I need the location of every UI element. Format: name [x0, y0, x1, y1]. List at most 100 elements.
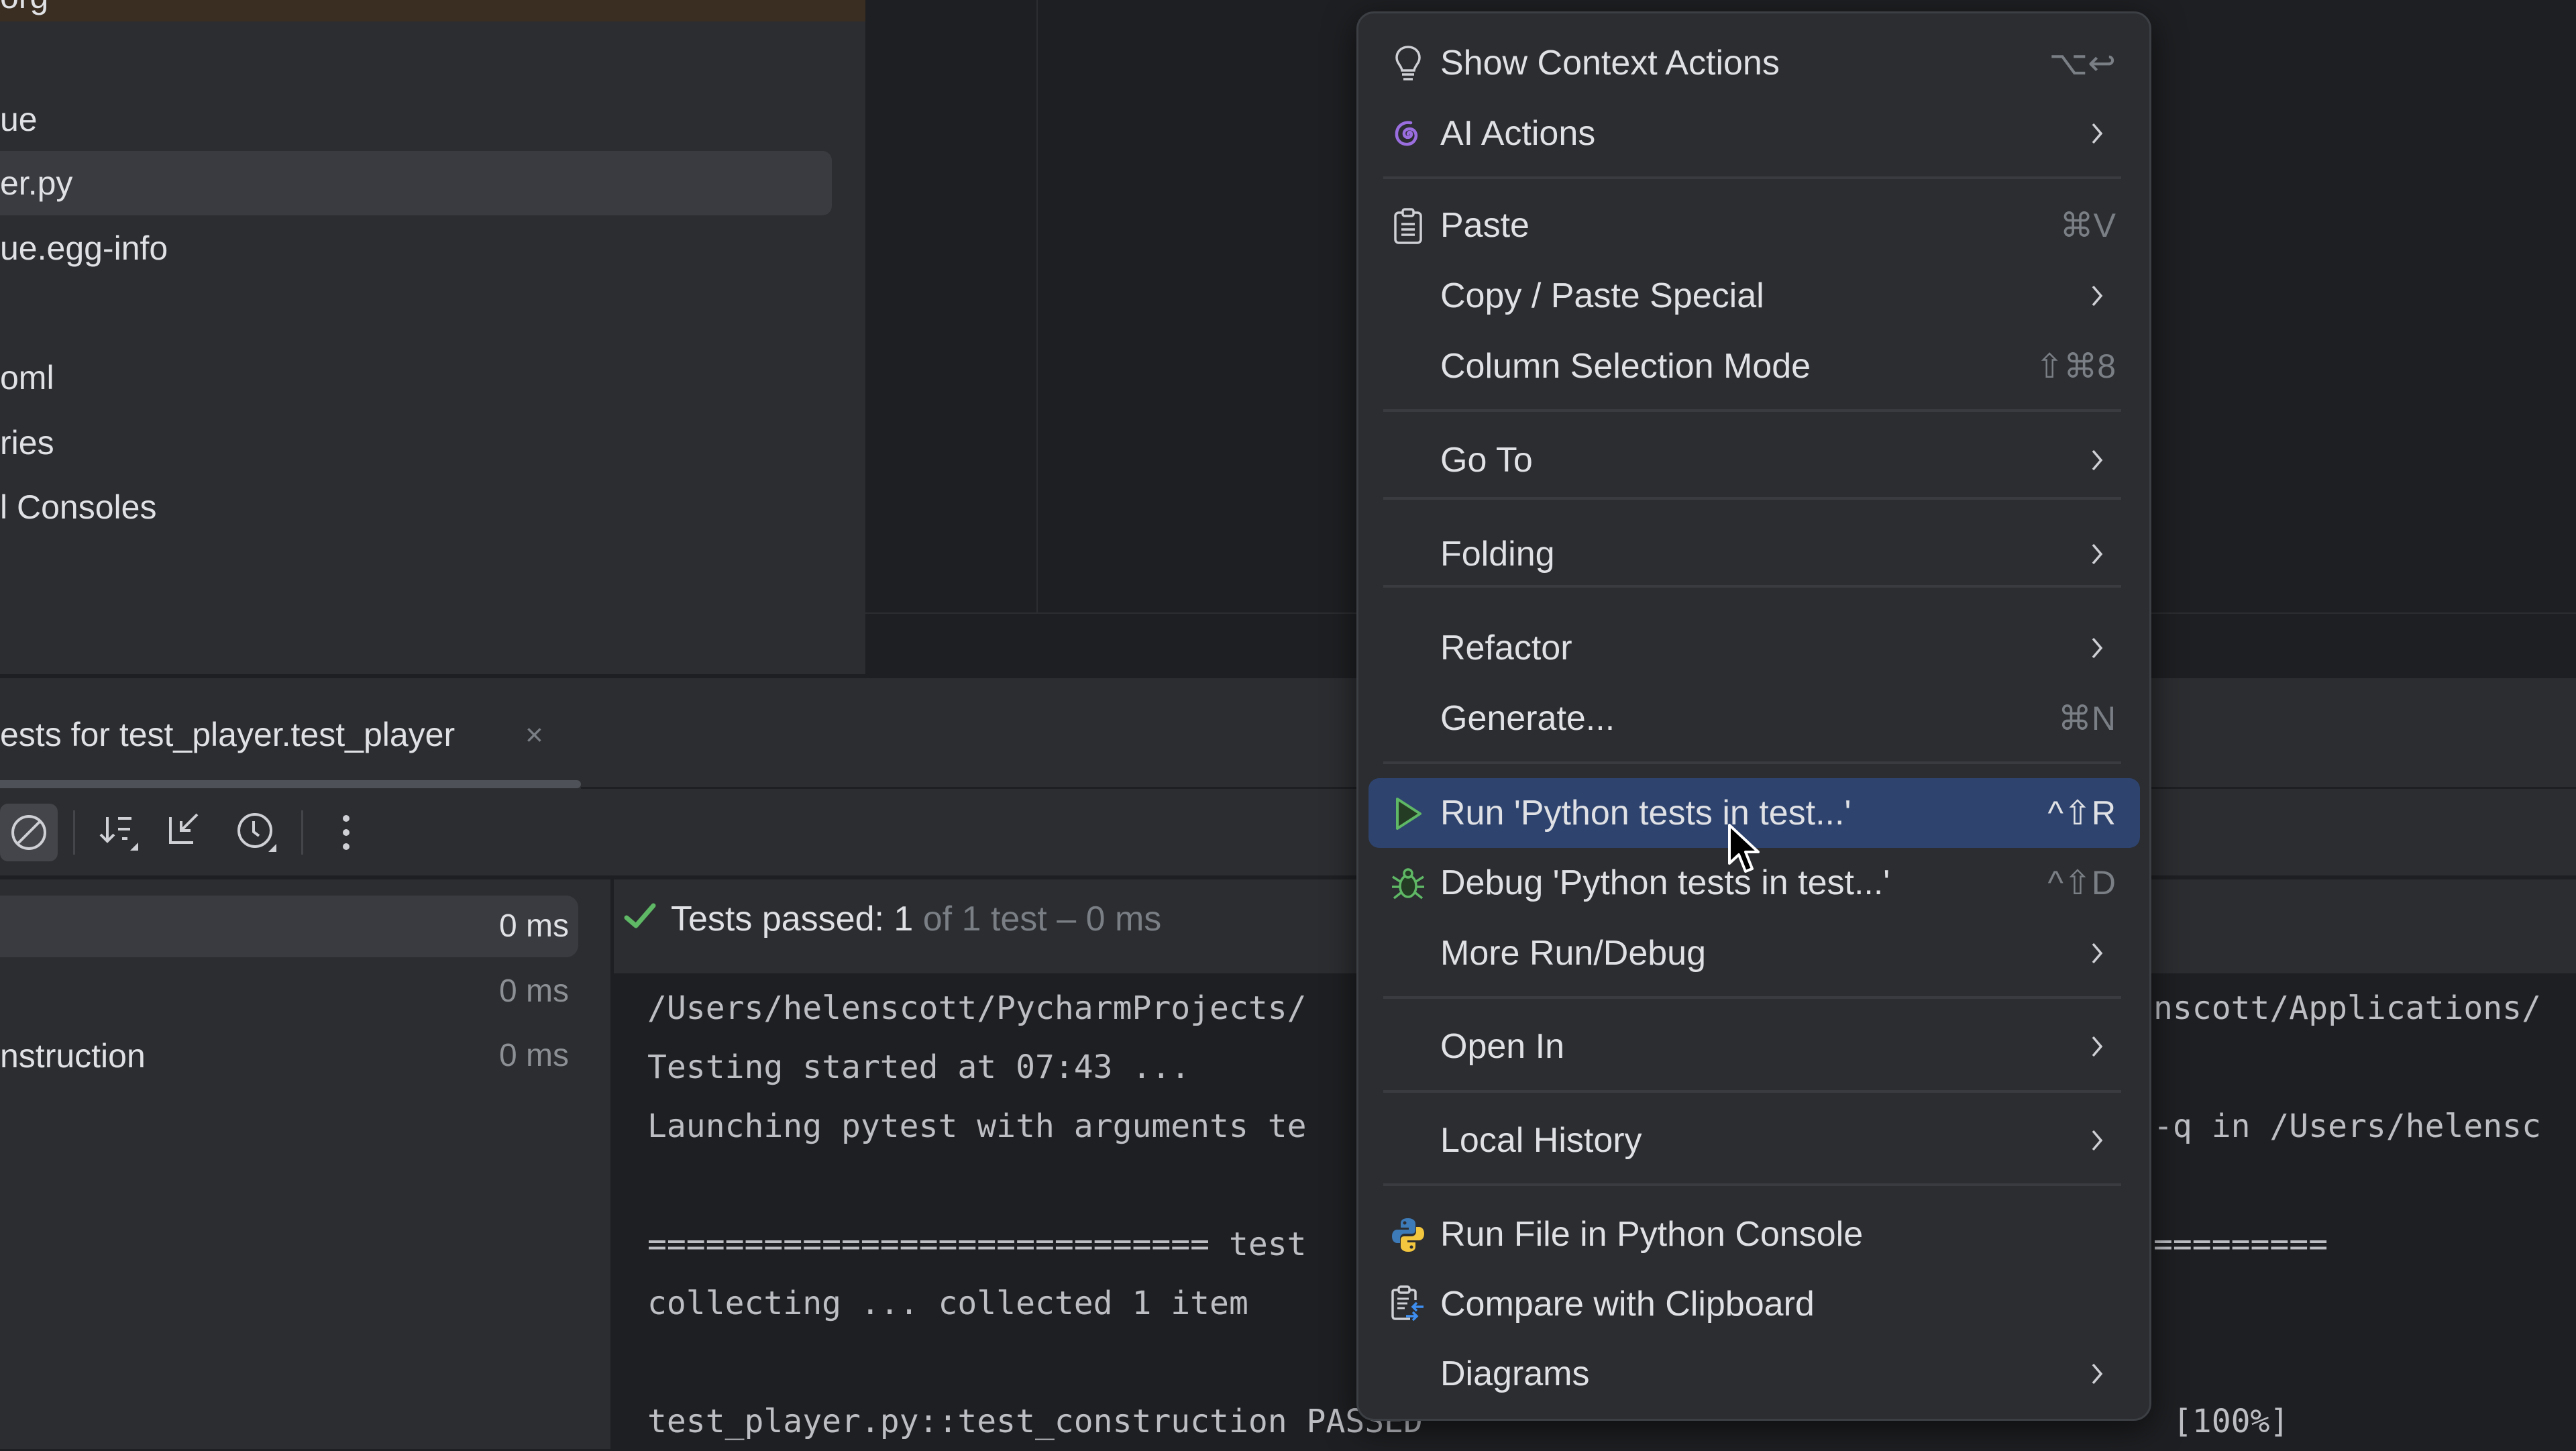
console-line: ============================= test	[647, 1226, 1307, 1263]
menu-item-label: More Run/Debug	[1440, 934, 1706, 973]
sort-button[interactable]	[91, 804, 149, 861]
menu-item-column-selection-mode[interactable]: Column Selection Mode ⇧⌘8	[1368, 331, 2140, 401]
menu-item-run-file-python-console[interactable]: Run File in Python Console	[1368, 1199, 2140, 1269]
menu-item-ai-actions[interactable]: AI Actions	[1368, 99, 2140, 168]
menu-item-label: Compare with Clipboard	[1440, 1285, 1815, 1324]
menu-item-label: Copy / Paste Special	[1440, 276, 1764, 315]
chevron-right-icon	[2092, 543, 2103, 565]
console-line: /Users/helenscott/PycharmProjects/	[647, 989, 1307, 1027]
menu-separator	[1383, 409, 2121, 412]
test-name: nstruction	[0, 1037, 146, 1075]
menu-separator	[1383, 585, 2121, 588]
menu-separator	[1383, 1090, 2121, 1093]
tree-item-selected[interactable]: er.py	[0, 151, 832, 215]
toolbar-separator	[73, 810, 75, 855]
tree-item[interactable]: ries	[0, 411, 54, 475]
console-line-right: [100%]	[2153, 1403, 2290, 1440]
menu-item-shortcut: ⇧⌘8	[2035, 347, 2116, 385]
menu-item-shortcut: ⌘V	[2059, 207, 2116, 244]
menu-item-copy-paste-special[interactable]: Copy / Paste Special	[1368, 261, 2140, 331]
lightbulb-icon	[1390, 46, 1426, 82]
run-tab[interactable]: ests for test_player.test_player	[0, 711, 455, 758]
stop-button[interactable]	[0, 804, 58, 861]
close-tab-icon[interactable]: ×	[525, 711, 543, 758]
menu-item-label: Generate...	[1440, 699, 1615, 738]
tree-item-label: er.py	[0, 164, 73, 202]
project-tree-header-strip: org	[0, 0, 865, 21]
project-tree-header-text: org	[0, 0, 48, 16]
test-row[interactable]: 0 ms	[0, 961, 578, 1022]
toolbar-separator	[301, 810, 303, 855]
menu-item-diagrams[interactable]: Diagrams	[1368, 1339, 2140, 1409]
more-options-button[interactable]	[317, 804, 375, 861]
tree-item[interactable]: ue.egg-info	[0, 216, 168, 280]
menu-item-compare-clipboard[interactable]: Compare with Clipboard	[1368, 1269, 2140, 1339]
editor-gutter-divider	[1036, 0, 1038, 614]
compare-clipboard-icon	[1390, 1285, 1426, 1323]
run-icon	[1390, 796, 1426, 832]
menu-separator	[1383, 497, 2121, 500]
debug-icon	[1390, 865, 1426, 902]
menu-item-paste[interactable]: Paste ⌘V	[1368, 191, 2140, 260]
chevron-right-icon	[2092, 449, 2103, 471]
chevron-right-icon	[2092, 123, 2103, 144]
menu-item-shortcut: ^⇧D	[2047, 864, 2116, 902]
menu-item-shortcut: ⌘N	[2057, 700, 2116, 737]
menu-item-label: Column Selection Mode	[1440, 347, 1811, 386]
menu-item-label: Refactor	[1440, 629, 1572, 667]
tree-item-label: oml	[0, 359, 54, 396]
menu-item-show-context-actions[interactable]: Show Context Actions ⌥↩	[1368, 28, 2140, 98]
test-row-selected[interactable]: 0 ms	[0, 896, 578, 957]
console-line-right: -q in /Users/helensc	[2153, 1108, 2541, 1145]
tree-item-label: l Consoles	[0, 488, 157, 526]
chevron-right-icon	[2092, 1036, 2103, 1057]
tests-summary: of 1 test – 0 ms	[913, 900, 1162, 938]
menu-item-open-in[interactable]: Open In	[1368, 1012, 2140, 1081]
menu-separator	[1383, 176, 2121, 179]
menu-item-label: AI Actions	[1440, 114, 1596, 153]
project-tree-panel: org ue er.py ue.egg-info oml ries l Cons…	[0, 0, 865, 674]
menu-item-shortcut: ⌥↩	[2049, 44, 2116, 82]
run-toolbar	[0, 789, 2576, 876]
tests-passed-status: Tests passed: 1 of 1 test – 0 ms	[671, 896, 1161, 943]
menu-item-label: Run File in Python Console	[1440, 1215, 1864, 1254]
tree-item[interactable]: l Consoles	[0, 475, 156, 539]
tests-passed-count: Tests passed: 1	[671, 900, 914, 938]
tree-item-label: ries	[0, 424, 54, 462]
tree-item[interactable]: ue	[0, 87, 38, 152]
menu-item-label: Folding	[1440, 535, 1555, 574]
collapse-icon	[169, 813, 199, 844]
menu-item-local-history[interactable]: Local History	[1368, 1106, 2140, 1175]
menu-item-label: Local History	[1440, 1121, 1642, 1160]
test-row[interactable]: nstruction 0 ms	[0, 1025, 578, 1087]
console-line-right: nscott/Applications/	[2153, 989, 2541, 1027]
menu-item-label: Run 'Python tests in test...'	[1440, 794, 1851, 832]
menu-item-more-run-debug[interactable]: More Run/Debug	[1368, 918, 2140, 988]
chevron-right-icon	[2092, 285, 2103, 307]
history-button[interactable]	[228, 804, 286, 861]
menu-item-go-to[interactable]: Go To	[1368, 425, 2140, 495]
more-vertical-icon	[343, 815, 350, 850]
menu-item-label: Open In	[1440, 1027, 1565, 1066]
check-icon	[624, 903, 656, 928]
chevron-right-icon	[2092, 1130, 2103, 1151]
menu-item-shortcut: ^⇧R	[2047, 794, 2116, 832]
chevron-right-icon	[2092, 637, 2103, 659]
tree-item[interactable]: oml	[0, 345, 54, 410]
test-duration: 0 ms	[498, 908, 569, 944]
test-duration: 0 ms	[498, 1038, 569, 1073]
menu-item-folding[interactable]: Folding	[1368, 519, 2140, 589]
menu-item-refactor[interactable]: Refactor	[1368, 613, 2140, 683]
test-duration: 0 ms	[498, 973, 569, 1009]
tree-item-label: ue.egg-info	[0, 229, 168, 267]
menu-item-generate[interactable]: Generate... ⌘N	[1368, 684, 2140, 753]
menu-item-label: Diagrams	[1440, 1354, 1590, 1393]
menu-item-label: Debug 'Python tests in test...'	[1440, 863, 1890, 902]
menu-separator	[1383, 761, 2121, 764]
console-line: collecting ... collected 1 item	[647, 1285, 1248, 1322]
console-line: Testing started at 07:43 ...	[647, 1049, 1191, 1086]
console-line-right: =========	[2153, 1226, 2328, 1263]
collapse-button[interactable]	[158, 804, 216, 861]
ai-spiral-icon	[1390, 116, 1426, 152]
tab-scrollbar[interactable]	[0, 780, 581, 788]
